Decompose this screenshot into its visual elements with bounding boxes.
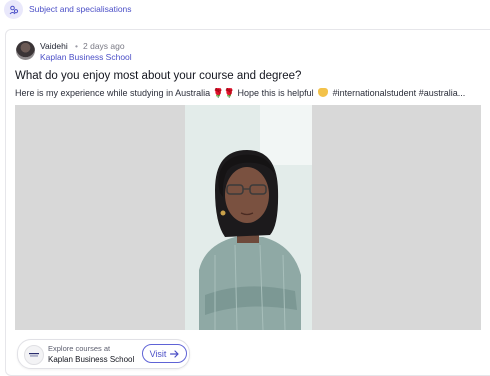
- avatar[interactable]: [16, 41, 35, 60]
- topic-link[interactable]: Subject and specialisations: [29, 4, 132, 14]
- post-body: Here is my experience while studying in …: [15, 88, 485, 99]
- school-logo-icon: [24, 345, 44, 365]
- topic-bar: Subject and specialisations: [0, 0, 490, 22]
- video-player[interactable]: [15, 105, 481, 330]
- cat-emoji-icon: [318, 88, 329, 97]
- video-still-illustration: [185, 105, 312, 330]
- visit-button[interactable]: Visit: [142, 344, 187, 363]
- cta-school-name: Kaplan Business School: [48, 355, 135, 364]
- post-hashtags[interactable]: #internationalstudent #australia...: [333, 88, 466, 98]
- meta-separator: •: [75, 41, 78, 51]
- rose-emoji: 🌹🌹: [212, 88, 236, 98]
- author-name[interactable]: Vaidehi: [40, 41, 68, 51]
- arrow-right-icon: [170, 349, 180, 358]
- video-frame[interactable]: [185, 105, 312, 330]
- visit-label: Visit: [149, 348, 167, 359]
- post-time: 2 days ago: [83, 41, 125, 51]
- post-card: Vaidehi • 2 days ago Kaplan Business Sch…: [5, 29, 490, 376]
- explore-courses-card[interactable]: Explore courses at Kaplan Business Schoo…: [17, 339, 190, 369]
- post-title: What do you enjoy most about your course…: [15, 70, 302, 82]
- post-body-text: Here is my experience while studying in …: [15, 88, 211, 98]
- school-link[interactable]: Kaplan Business School: [40, 52, 132, 62]
- post-body-text-2: Hope this is helpful: [237, 88, 314, 98]
- people-icon: [4, 0, 23, 19]
- explore-label: Explore courses at: [48, 344, 111, 353]
